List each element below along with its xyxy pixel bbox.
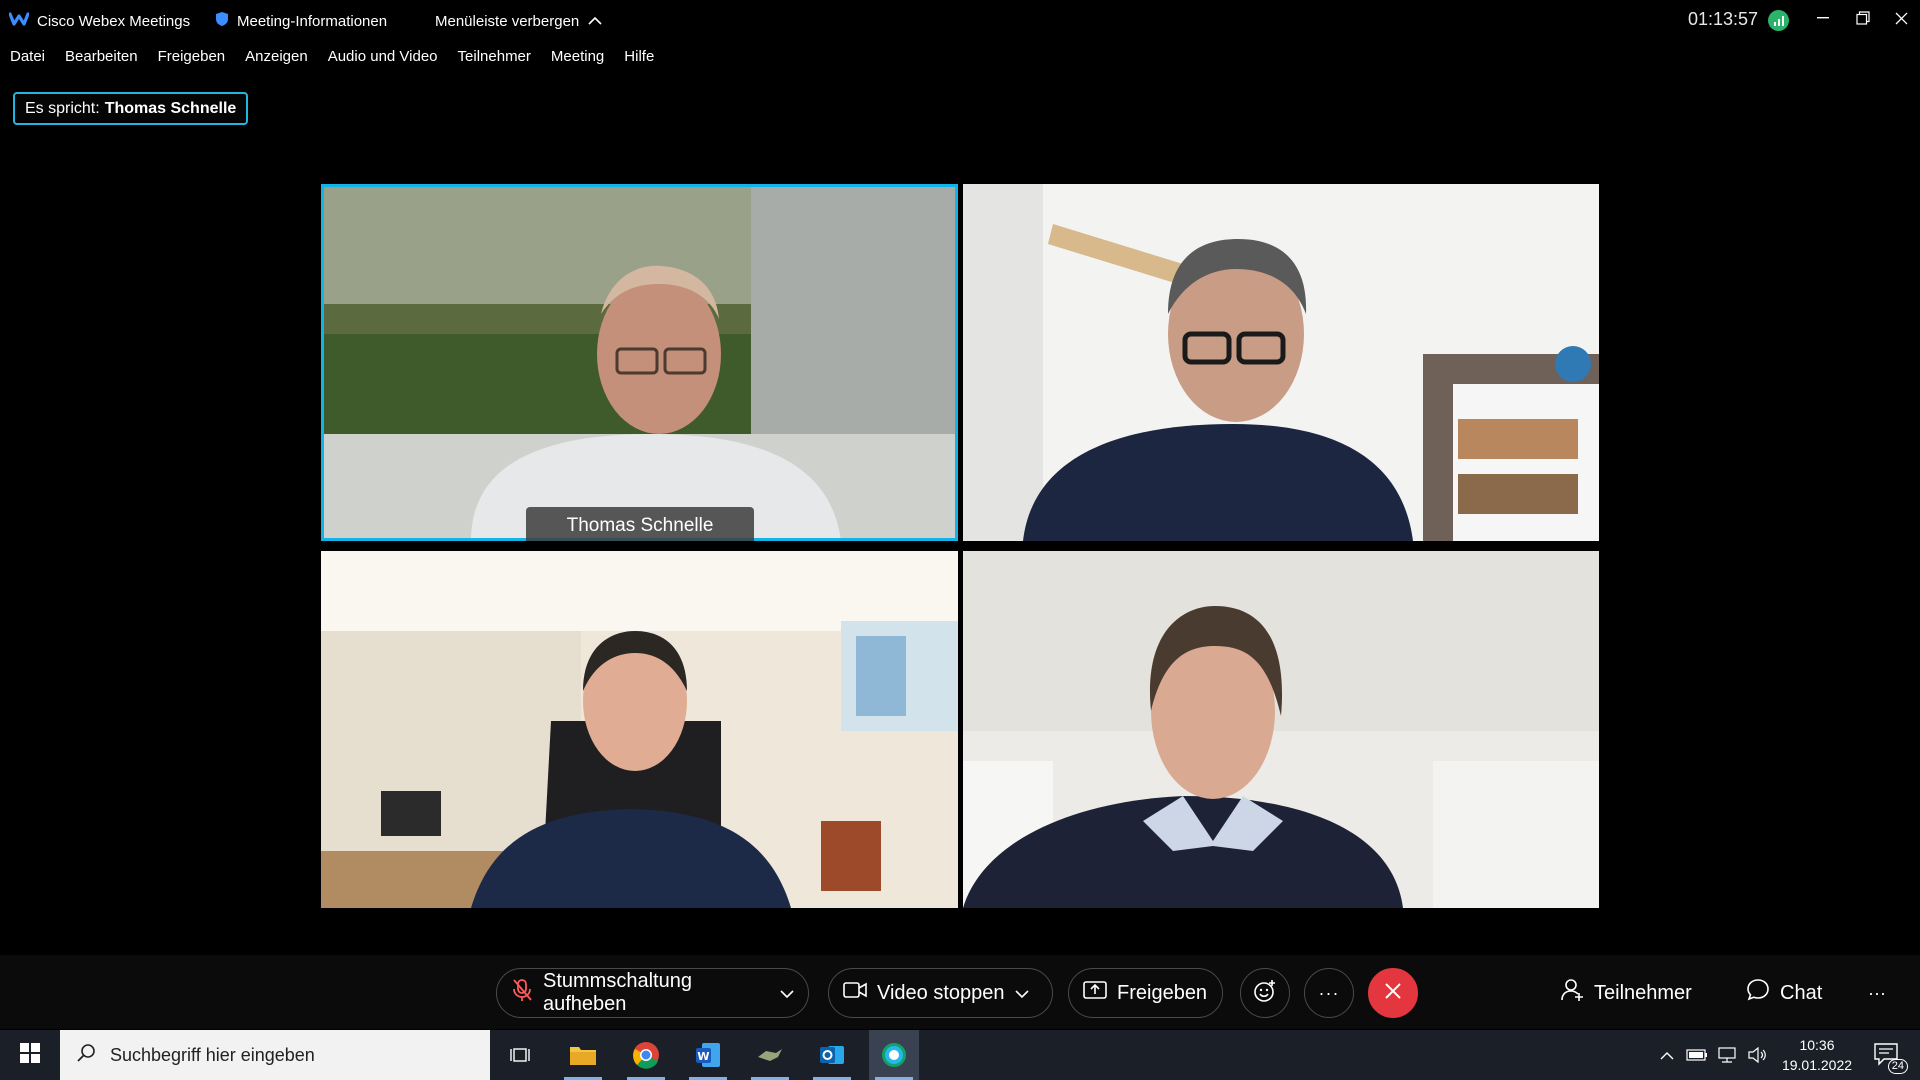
participants-label: Teilnehmer — [1594, 981, 1692, 1004]
menu-datei[interactable]: Datei — [0, 44, 55, 70]
hide-menu-bar-button[interactable]: Menüleiste verbergen — [435, 10, 603, 32]
start-button[interactable] — [0, 1030, 60, 1080]
close-icon — [1384, 982, 1402, 1005]
network-icon[interactable] — [1712, 1047, 1742, 1063]
menu-anzeigen[interactable]: Anzeigen — [235, 44, 318, 70]
share-screen-icon — [1083, 980, 1107, 1006]
windows-logo-icon — [20, 1042, 40, 1068]
chevron-down-icon[interactable] — [780, 982, 794, 1005]
meeting-info-button[interactable]: Meeting-Informationen — [215, 10, 387, 32]
chat-label: Chat — [1780, 981, 1823, 1004]
menu-meeting[interactable]: Meeting — [541, 44, 614, 70]
task-view-icon[interactable] — [495, 1030, 545, 1080]
notification-count-badge: 24 — [1887, 1059, 1908, 1074]
search-placeholder: Suchbegriff hier eingeben — [110, 1044, 315, 1065]
connection-quality-icon[interactable] — [1768, 10, 1789, 31]
taskbar-search-box[interactable]: Suchbegriff hier eingeben — [60, 1030, 490, 1080]
active-speaker-name: Thomas Schnelle — [104, 99, 237, 117]
participant-name-label: Thomas Schnelle — [526, 507, 754, 541]
taskbar-clock[interactable]: 10:36 19.01.2022 — [1772, 1035, 1862, 1075]
chevron-up-icon — [587, 13, 603, 30]
video-camera-icon — [843, 981, 867, 1005]
share-label: Freigeben — [1117, 981, 1208, 1004]
participant-video-4 — [963, 551, 1599, 908]
app-title-text: Cisco Webex Meetings — [37, 12, 191, 30]
battery-icon[interactable] — [1682, 1049, 1712, 1061]
unmute-button[interactable]: Stummschaltung aufheben — [496, 968, 809, 1018]
chevron-down-icon[interactable] — [1014, 982, 1029, 1005]
meeting-timer: 01:13:57 — [1688, 9, 1759, 29]
menu-audio-video[interactable]: Audio und Video — [318, 44, 448, 70]
outlook-icon[interactable] — [807, 1030, 857, 1080]
word-icon[interactable]: W — [683, 1030, 733, 1080]
chrome-icon[interactable] — [621, 1030, 671, 1080]
active-speaker-indicator: Es spricht: Thomas Schnelle — [13, 92, 249, 125]
video-tile-2[interactable] — [963, 184, 1599, 541]
video-tile-1[interactable]: Thomas Schnelle — [321, 184, 958, 541]
title-bar: Cisco Webex Meetings Meeting-Information… — [0, 0, 1920, 42]
menu-hilfe[interactable]: Hilfe — [614, 44, 664, 70]
search-icon — [76, 1043, 96, 1068]
participant-video-2 — [963, 184, 1599, 541]
app-icon[interactable] — [745, 1030, 795, 1080]
more-options-button[interactable]: ··· — [1304, 968, 1354, 1018]
minimize-icon[interactable] — [1808, 6, 1838, 30]
file-explorer-icon[interactable] — [558, 1030, 608, 1080]
stop-video-button[interactable]: Video stoppen — [828, 968, 1053, 1018]
close-window-icon[interactable] — [1886, 6, 1916, 30]
volume-icon[interactable] — [1742, 1047, 1772, 1063]
video-tile-3[interactable] — [321, 551, 958, 908]
chevron-up-icon[interactable] — [1652, 1051, 1682, 1060]
chat-button[interactable]: Chat — [1746, 968, 1822, 1018]
windows-taskbar: Suchbegriff hier eingeben W 10:36 19.01.… — [0, 1030, 1920, 1080]
webex-taskbar-icon[interactable] — [869, 1030, 919, 1080]
hide-menu-label: Menüleiste verbergen — [435, 12, 580, 30]
app-title: Cisco Webex Meetings — [8, 10, 191, 32]
end-call-button[interactable] — [1368, 968, 1418, 1018]
meeting-controls: Stummschaltung aufheben Video stoppen Fr… — [0, 955, 1920, 1029]
menu-bar: Datei Bearbeiten Freigeben Anzeigen Audi… — [0, 44, 664, 70]
notification-center-icon[interactable]: 24 — [1862, 1030, 1912, 1080]
panel-options-button[interactable]: ··· — [1868, 968, 1886, 1018]
active-speaker-prefix: Es spricht: — [25, 99, 100, 117]
participant-video-1 — [321, 184, 958, 541]
clock-date: 19.01.2022 — [1781, 1057, 1853, 1073]
unmute-label: Stummschaltung aufheben — [543, 970, 692, 1015]
shield-icon — [215, 11, 229, 31]
clock-time: 10:36 — [1799, 1037, 1835, 1053]
person-icon — [1560, 978, 1584, 1008]
participant-video-3 — [321, 551, 958, 908]
emoji-reaction-icon — [1253, 979, 1277, 1008]
menu-freigeben[interactable]: Freigeben — [148, 44, 236, 70]
menu-teilnehmer[interactable]: Teilnehmer — [448, 44, 541, 70]
webex-logo-icon — [8, 11, 30, 31]
more-dots-icon: ··· — [1868, 982, 1886, 1003]
share-button[interactable]: Freigeben — [1068, 968, 1223, 1018]
chat-bubble-icon — [1746, 978, 1770, 1008]
microphone-muted-icon — [511, 978, 533, 1008]
video-tile-4[interactable] — [963, 551, 1599, 908]
participants-button[interactable]: Teilnehmer — [1560, 968, 1692, 1018]
meeting-info-label: Meeting-Informationen — [237, 12, 388, 30]
svg-text:W: W — [697, 1050, 709, 1063]
system-tray — [1652, 1030, 1772, 1080]
stop-video-label: Video stoppen — [877, 981, 1005, 1004]
restore-icon[interactable] — [1848, 6, 1878, 30]
more-dots-icon: ··· — [1318, 982, 1340, 1003]
menu-bearbeiten[interactable]: Bearbeiten — [55, 44, 148, 70]
reactions-button[interactable] — [1240, 968, 1290, 1018]
